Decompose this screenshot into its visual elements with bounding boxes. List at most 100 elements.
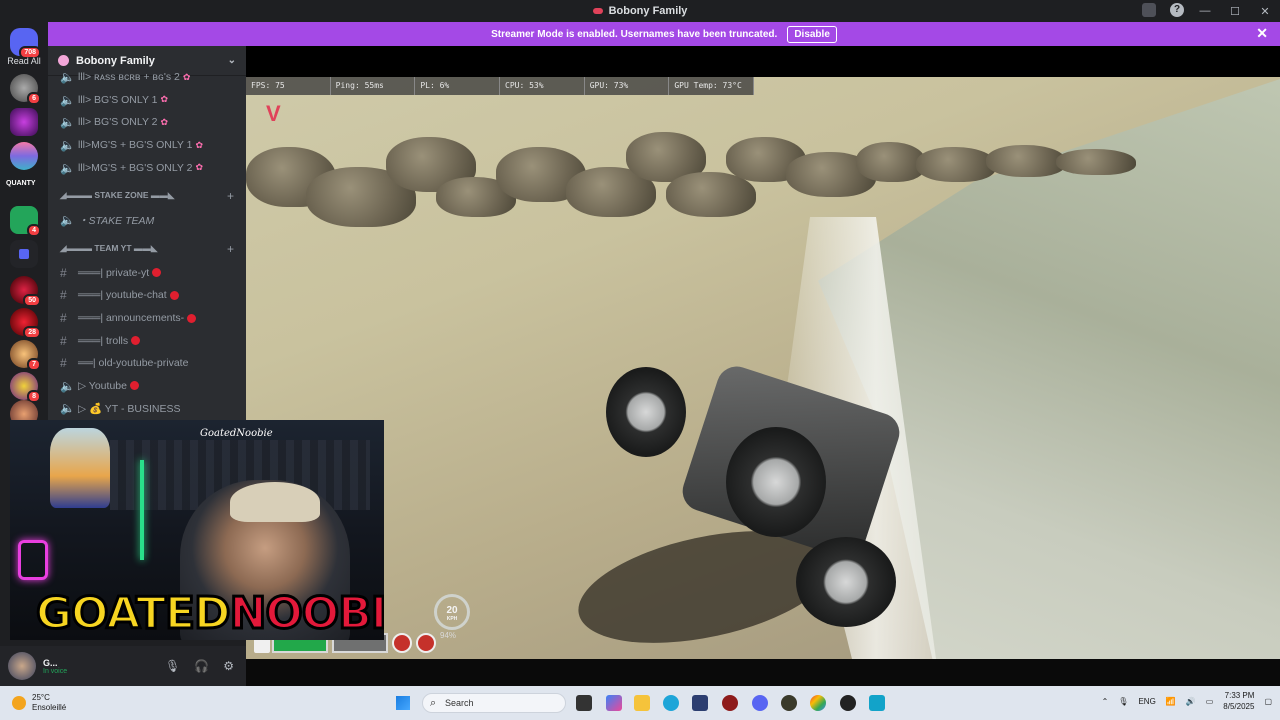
chrome-icon[interactable] bbox=[810, 695, 826, 711]
microphone-tray-icon[interactable]: 🎙 bbox=[1118, 697, 1128, 706]
hunger-status-icon bbox=[392, 633, 412, 653]
server-wordmark[interactable]: QUANTY bbox=[6, 180, 36, 187]
flower-icon: ✿ bbox=[182, 71, 191, 82]
hashtag-icon: # bbox=[60, 311, 67, 326]
voice-channel[interactable]: 🔈 lll> BG'S ONLY 2 ✿ bbox=[48, 111, 246, 134]
server-badge: 4 bbox=[27, 224, 41, 237]
volume-icon[interactable]: 🔊 bbox=[1186, 697, 1196, 706]
game-stream-view[interactable]: V FPS: 75 Ping: 55ms PL: 6% CPU: 53% GPU… bbox=[246, 77, 1280, 659]
text-channel[interactable]: # ═══| private-yt bbox=[48, 262, 246, 285]
fps-readout: FPS: 75 bbox=[246, 77, 331, 95]
figurine bbox=[50, 428, 110, 508]
streamer-name-logo: GOATEDNOOBIE bbox=[35, 587, 384, 641]
flower-icon: ✿ bbox=[160, 94, 169, 105]
unread-dot bbox=[129, 381, 139, 391]
chevron-down-icon: ⌄ bbox=[227, 55, 236, 66]
folder-icon[interactable] bbox=[10, 240, 38, 268]
channel-name: lll> ʀᴀss ʙᴄʀʙ + ʙɢ's 2 bbox=[78, 71, 180, 84]
voice-channel[interactable]: 🔈 lll>MG'S + BG'S ONLY 1 ✿ bbox=[48, 134, 246, 157]
network-icon[interactable]: 📶 bbox=[1166, 697, 1176, 706]
channel-name: ═══| youtube-chat bbox=[78, 289, 167, 302]
neon-light bbox=[140, 460, 144, 560]
category-stake-zone[interactable]: ◢▬▬▬ STAKE ZONE ▬▬◣ + bbox=[48, 183, 246, 209]
headphones-icon[interactable]: 🎧 bbox=[194, 659, 209, 673]
windows-start-icon[interactable] bbox=[396, 696, 410, 710]
server-icon[interactable]: 50 bbox=[10, 276, 41, 307]
category-team-yt[interactable]: ◢▬▬▬ TEAM YT ▬▬◣ + bbox=[48, 236, 246, 262]
help-icon[interactable]: ? bbox=[1170, 3, 1184, 17]
server-icon[interactable]: 4 bbox=[10, 206, 41, 237]
server-icon[interactable] bbox=[10, 108, 38, 136]
user-panel: G... In voice 🎙 🎧 ⚙ bbox=[0, 646, 246, 686]
server-icon[interactable]: 8 bbox=[10, 372, 41, 403]
channel-name: ═══| announcements- bbox=[78, 312, 185, 325]
voice-channel[interactable]: 🔈 lll> BG'S ONLY 1 ✿ bbox=[48, 89, 246, 112]
discord-icon[interactable] bbox=[752, 695, 768, 711]
taskbar-search-input[interactable]: ⌕ Search bbox=[422, 693, 566, 713]
date: 8/5/2025 bbox=[1223, 702, 1255, 711]
window-titlebar: Bobony Family bbox=[0, 0, 1280, 22]
minimize-button[interactable]: — bbox=[1190, 5, 1220, 17]
speed-unit: KPH bbox=[446, 616, 458, 622]
maximize-button[interactable]: ☐ bbox=[1220, 5, 1250, 18]
read-all-button[interactable]: Read All bbox=[0, 56, 48, 66]
neon-sign bbox=[18, 540, 48, 580]
voice-channel[interactable]: 🔈 lll>MG'S + BG'S ONLY 2 ✿ bbox=[48, 156, 246, 179]
unread-dot bbox=[187, 313, 197, 323]
microphone-icon[interactable]: 🎙 bbox=[165, 659, 180, 673]
sun-icon bbox=[12, 696, 26, 710]
channel-name: ═══| trolls bbox=[78, 334, 129, 347]
rock-jetty bbox=[246, 117, 1146, 227]
voice-channel[interactable]: 🔈 ・STAKE TEAM bbox=[48, 209, 246, 232]
gear-icon[interactable]: ⚙ bbox=[223, 659, 234, 673]
app-icon[interactable] bbox=[781, 695, 797, 711]
speaker-icon: 🔈 bbox=[60, 138, 75, 153]
voice-channel[interactable]: 🔈 lll> ʀᴀss ʙᴄʀʙ + ʙɢ's 2 ✿ bbox=[48, 66, 246, 89]
server-icon[interactable]: 6 bbox=[10, 74, 41, 105]
battery-icon[interactable]: ▭ bbox=[1206, 697, 1214, 706]
server-logo-icon: V bbox=[266, 101, 281, 126]
inbox-icon[interactable] bbox=[1142, 3, 1156, 17]
edge-browser-icon[interactable] bbox=[663, 695, 679, 711]
cpu-readout: CPU: 53% bbox=[500, 77, 585, 95]
file-explorer-icon[interactable] bbox=[634, 695, 650, 711]
server-icon[interactable] bbox=[10, 142, 38, 170]
disable-streamer-mode-button[interactable]: Disable bbox=[787, 25, 837, 43]
weather-widget[interactable]: 25°C Ensoleillé bbox=[12, 693, 66, 713]
text-channel[interactable]: # ═══| announcements- bbox=[48, 307, 246, 330]
system-tray: ⌃ 🎙 ENG 📶 🔊 ▭ 7:33 PM 8/5/2025 ▢ bbox=[1102, 690, 1272, 712]
username: G... bbox=[43, 657, 58, 668]
app-icon[interactable] bbox=[840, 695, 856, 711]
text-channel[interactable]: # ═══| trolls bbox=[48, 329, 246, 352]
app-icon[interactable] bbox=[722, 695, 738, 711]
text-channel[interactable]: # ══| old-youtube-private bbox=[48, 352, 246, 375]
channel-sidebar: Bobony Family ⌄ 🔈 lll> ʀᴀss ʙᴄʀʙ + ʙɢ's 2… bbox=[48, 46, 246, 420]
avatar[interactable] bbox=[8, 652, 36, 680]
voice-channel[interactable]: 🔈 ▷ 💰 YT - BUSINESS bbox=[48, 397, 246, 420]
direct-messages-icon[interactable]: 708 bbox=[10, 28, 41, 59]
store-icon[interactable] bbox=[692, 695, 708, 711]
clock[interactable]: 7:33 PM 8/5/2025 bbox=[1223, 690, 1254, 712]
text-channel[interactable]: # ═══| youtube-chat bbox=[48, 284, 246, 307]
notepad-icon[interactable] bbox=[869, 695, 885, 711]
language-indicator[interactable]: ENG bbox=[1138, 697, 1155, 706]
task-view-icon[interactable] bbox=[576, 695, 592, 711]
streamer-mode-banner: Streamer Mode is enabled. Usernames have… bbox=[48, 22, 1280, 46]
server-icon[interactable]: 28 bbox=[10, 308, 41, 339]
voice-channel[interactable]: 🔈 ▷ Youtube bbox=[48, 375, 246, 398]
close-window-button[interactable]: ✕ bbox=[1250, 5, 1280, 18]
chevron-up-icon[interactable]: ⌃ bbox=[1102, 697, 1109, 706]
gpu-readout: GPU: 73% bbox=[585, 77, 670, 95]
channel-name: lll>MG'S + BG'S ONLY 2 bbox=[78, 161, 193, 174]
add-channel-icon[interactable]: + bbox=[227, 189, 234, 203]
titlebar-tools: ? bbox=[1142, 3, 1184, 17]
time: 7:33 PM bbox=[1224, 691, 1255, 700]
banner-close-icon[interactable]: ✕ bbox=[1256, 25, 1268, 42]
copilot-icon[interactable] bbox=[606, 695, 622, 711]
notification-icon[interactable]: ▢ bbox=[1264, 697, 1272, 706]
speaker-icon: 🔈 bbox=[60, 213, 75, 228]
add-channel-icon[interactable]: + bbox=[227, 242, 234, 256]
search-placeholder: Search bbox=[445, 698, 474, 708]
server-icon[interactable]: 7 bbox=[10, 340, 41, 371]
channel-name: ▷ Youtube bbox=[78, 379, 127, 392]
